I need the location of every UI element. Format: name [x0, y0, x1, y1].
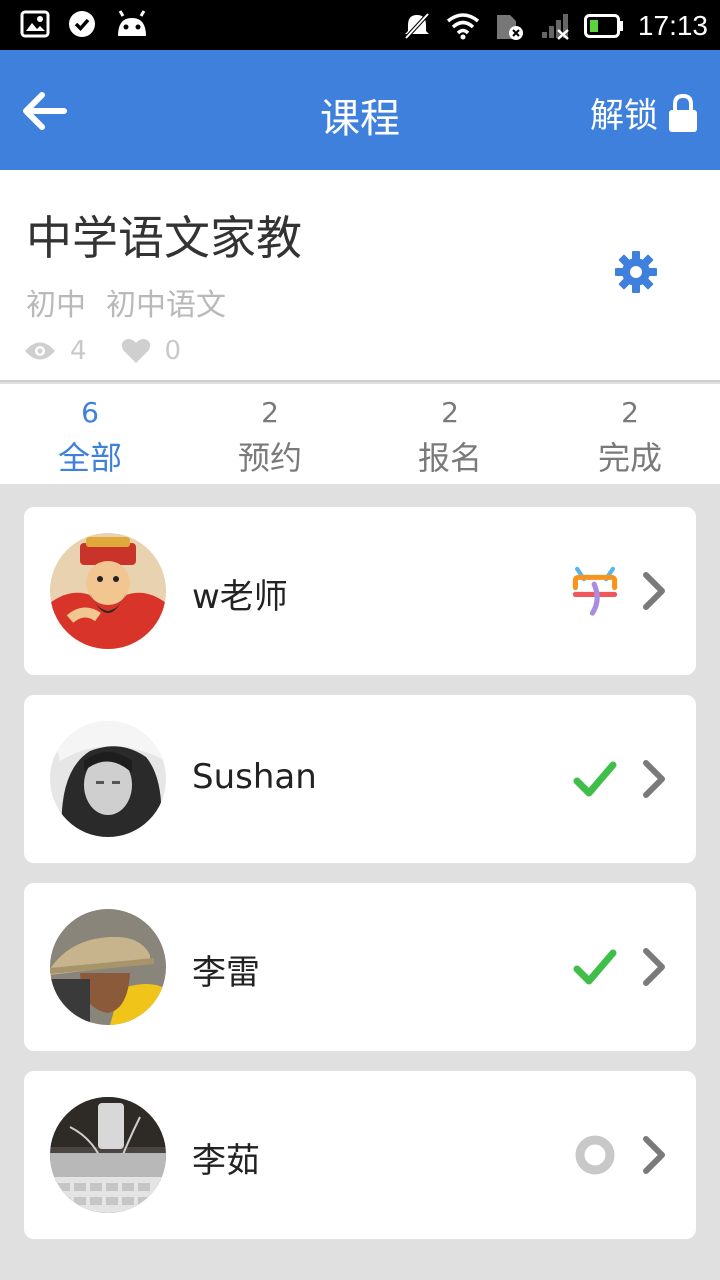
- android-notification-icon: [118, 10, 146, 36]
- tab-all[interactable]: 6 全部: [0, 384, 180, 484]
- status-bar: 17:13: [0, 0, 720, 50]
- tab-count: 2: [441, 396, 459, 429]
- tab-count: 6: [81, 396, 99, 429]
- heart-icon: [121, 339, 150, 363]
- avatar: [50, 721, 166, 837]
- unlock-button[interactable]: 解锁: [590, 88, 698, 137]
- tab-enrolled[interactable]: 2 报名: [360, 384, 540, 484]
- avatar: [50, 1097, 166, 1213]
- circle-pending-icon: [575, 1135, 615, 1175]
- view-count: 4: [70, 336, 87, 366]
- course-tag-level: 初中: [26, 288, 86, 323]
- wifi-icon: [446, 13, 480, 40]
- pending-status: [572, 1125, 618, 1185]
- study-badge-icon: [572, 566, 618, 616]
- completed-status: [572, 749, 618, 809]
- course-header: 中学语文家教 初中 初中语文 4 0: [0, 170, 720, 382]
- battery-icon: [583, 14, 623, 38]
- course-title: 中学语文家教: [26, 211, 302, 265]
- course-stats: 4 0: [24, 336, 181, 366]
- avatar: [50, 909, 166, 1025]
- signal-icon: [541, 14, 569, 40]
- tab-label: 全部: [57, 439, 122, 477]
- clock: 17:13: [637, 10, 708, 41]
- app-bar: 课程 解锁: [0, 50, 720, 170]
- course-tag-subject: 初中语文: [106, 288, 226, 323]
- image-notification-icon: [20, 10, 50, 38]
- list-item[interactable]: 李茹: [24, 1071, 696, 1239]
- student-name: 李茹: [192, 1141, 260, 1181]
- student-name: w老师: [192, 577, 288, 617]
- lock-icon: [669, 93, 697, 132]
- check-notification-icon: [69, 11, 95, 37]
- student-name: Sushan: [192, 757, 317, 797]
- mute-icon: [404, 12, 430, 40]
- tab-completed[interactable]: 2 完成: [540, 384, 720, 484]
- tab-reserved[interactable]: 2 预约: [180, 384, 360, 484]
- tab-count: 2: [261, 396, 279, 429]
- tab-label: 完成: [597, 439, 662, 477]
- avatar: [50, 533, 166, 649]
- chevron-right-icon: [643, 572, 665, 610]
- student-name: 李雷: [192, 953, 260, 993]
- student-list: w老师 Sushan 李雷 李茹: [24, 507, 696, 1259]
- chevron-right-icon: [643, 760, 665, 798]
- check-icon: [573, 761, 617, 797]
- list-item[interactable]: 李雷: [24, 883, 696, 1051]
- studying-status: [572, 561, 618, 621]
- sim-error-icon: [496, 15, 523, 40]
- tab-label: 报名: [417, 439, 482, 477]
- chevron-right-icon: [643, 948, 665, 986]
- eye-icon: [25, 342, 55, 360]
- check-icon: [573, 949, 617, 985]
- completed-status: [572, 937, 618, 997]
- gear-icon[interactable]: [612, 248, 660, 296]
- tab-label: 预约: [237, 439, 302, 477]
- like-count: 0: [164, 336, 182, 366]
- tab-count: 2: [621, 396, 639, 429]
- status-tabs: 6 全部 2 预约 2 报名 2 完成: [0, 384, 720, 484]
- back-arrow-icon[interactable]: [18, 85, 70, 137]
- course-tags: 初中 初中语文: [26, 280, 226, 324]
- unlock-label: 解锁: [590, 96, 658, 136]
- list-item[interactable]: Sushan: [24, 695, 696, 863]
- list-item[interactable]: w老师: [24, 507, 696, 675]
- chevron-right-icon: [643, 1136, 665, 1174]
